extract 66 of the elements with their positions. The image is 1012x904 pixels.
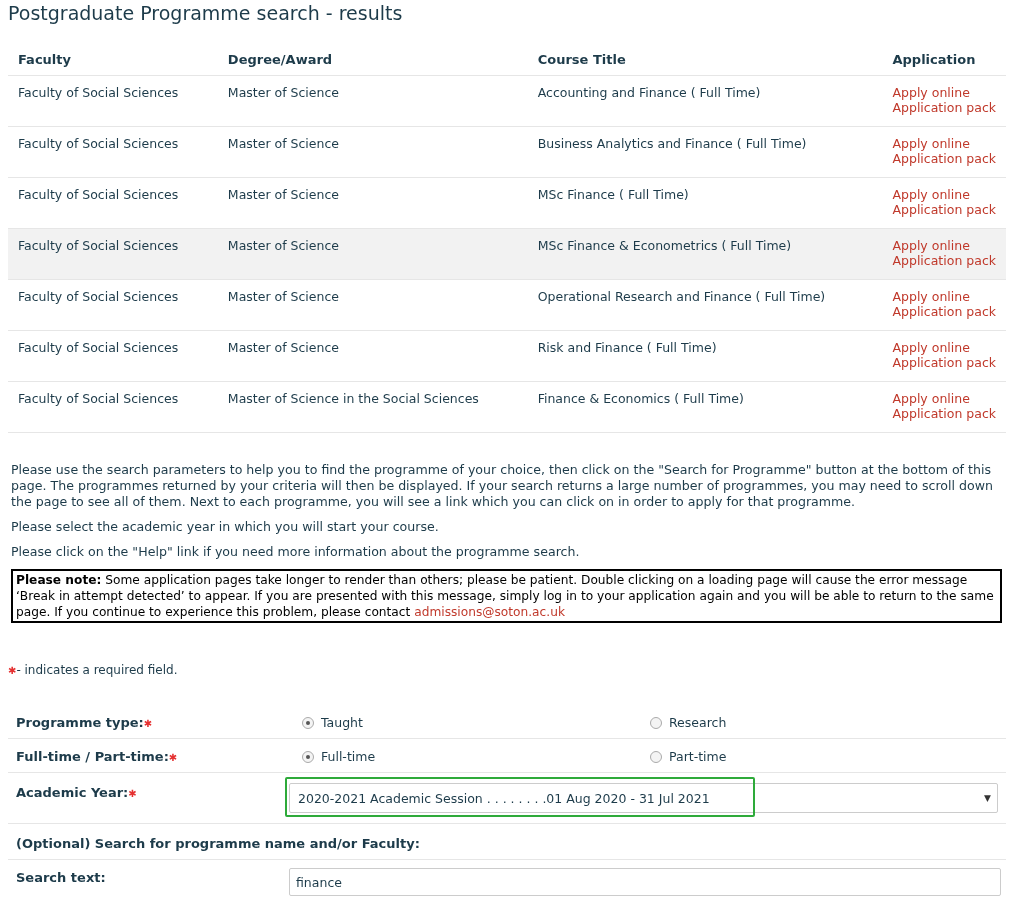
radio-option[interactable]: Part-time: [650, 749, 727, 764]
email-link[interactable]: admissions@soton.ac.uk: [414, 605, 565, 619]
required-star-icon: ✱: [143, 718, 153, 729]
radio-option[interactable]: Full-time: [302, 749, 376, 764]
table-cell: Master of Science: [217, 228, 528, 280]
table-cell: Master of Science: [217, 126, 528, 178]
table-cell: MSc Finance & Econometrics ( Full Time): [527, 228, 883, 280]
application-link[interactable]: Apply online: [892, 289, 970, 304]
required-legend: - indicates a required field.: [16, 663, 178, 677]
application-link[interactable]: Application pack: [892, 304, 996, 319]
instruction-text: Please click on the "Help" link if you need more information about the programme search.: [11, 544, 581, 560]
required-star-icon: ✱: [8, 664, 17, 676]
application-link[interactable]: Application pack: [892, 151, 996, 166]
table-cell: Risk and Finance ( Full Time): [527, 330, 883, 382]
application-link[interactable]: Apply online: [892, 391, 970, 406]
field-label: Academic Year:✱: [16, 784, 138, 800]
radio-option[interactable]: Taught: [302, 715, 363, 730]
radio-icon[interactable]: [302, 716, 314, 729]
instruction-text: Please use the search parameters to help you to find the programme of your choice, then click on the "Search for Programme" button at the bottom of this page. The programmes returned by your criteria will then be displayed. If your search returns a large number of programmes, you may need to scroll down the page to see all of them. Next to each programme, you will see a link which you can click on in order to apply for that programme.: [11, 462, 995, 510]
required-star-icon: ✱: [168, 752, 178, 763]
table-cell: Finance & Economics ( Full Time): [527, 381, 883, 433]
radio-option[interactable]: Research: [650, 715, 727, 730]
application-link[interactable]: Application pack: [892, 100, 996, 115]
table-cell: Faculty of Social Sciences: [8, 228, 218, 280]
column-header: Degree/Award: [217, 40, 528, 76]
field-label: Programme type:✱: [16, 714, 154, 730]
academic-year-select[interactable]: 2020-2021 Academic Session . . . . . . . .01 Aug 2020 - 31 Jul 2021 ▼: [289, 783, 998, 813]
field-label: Full-time / Part-time:✱: [16, 748, 179, 764]
table-cell: Accounting and Finance ( Full Time): [527, 75, 883, 127]
application-link[interactable]: Apply online: [892, 85, 970, 100]
table-cell: Faculty of Social Sciences: [8, 177, 218, 229]
table-cell: Faculty of Social Sciences: [8, 279, 218, 331]
search-text-field[interactable]: finance: [289, 868, 1001, 896]
note-text: Please note: Some application pages take longer to render than others; please be patient. Double clicking on a loading page will cause the error message ‘Break in attempt detected’ to appear. If you are presented with this message, simply log in to your application again and you will be able to return to the same page. If you continue to experience this problem, please contact admissions@soton.ac.uk: [11, 569, 1002, 623]
table-cell: Faculty of Social Sciences: [8, 381, 218, 433]
table-cell: Faculty of Social Sciences: [8, 126, 218, 178]
table-cell: Master of Science: [217, 330, 528, 382]
column-header: Faculty: [8, 40, 218, 76]
table-cell: Master of Science: [217, 75, 528, 127]
table-cell: Business Analytics and Finance ( Full Time): [527, 126, 883, 178]
caret-icon: ▼: [984, 793, 991, 803]
field-label: Search text:: [16, 869, 107, 885]
application-link[interactable]: Application pack: [892, 355, 996, 370]
application-link[interactable]: Application pack: [892, 406, 996, 421]
application-link[interactable]: Application pack: [892, 202, 996, 217]
table-cell: Master of Science: [217, 279, 528, 331]
instruction-text: Please select the academic year in which you will start your course.: [11, 519, 440, 535]
column-header: Course Title: [527, 40, 883, 76]
column-header: Application: [882, 40, 1006, 76]
application-link[interactable]: Apply online: [892, 238, 970, 253]
table-cell: MSc Finance ( Full Time): [527, 177, 883, 229]
table-cell: Master of Science: [217, 177, 528, 229]
table-cell: Faculty of Social Sciences: [8, 75, 218, 127]
radio-icon[interactable]: [302, 750, 314, 763]
radio-icon[interactable]: [650, 716, 662, 729]
application-link[interactable]: Application pack: [892, 253, 996, 268]
table-cell: Faculty of Social Sciences: [8, 330, 218, 382]
table-cell: Master of Science in the Social Sciences: [217, 381, 528, 433]
required-star-icon: ✱: [128, 788, 137, 799]
application-link[interactable]: Apply online: [892, 187, 970, 202]
application-link[interactable]: Apply online: [892, 340, 970, 355]
field-label: (Optional) Search for programme name and/or Faculty:: [16, 835, 421, 851]
table-cell: Operational Research and Finance ( Full Time): [527, 279, 883, 331]
page-title: Postgraduate Programme search - results: [8, 1, 404, 26]
radio-icon[interactable]: [650, 750, 662, 763]
application-link[interactable]: Apply online: [892, 136, 970, 151]
